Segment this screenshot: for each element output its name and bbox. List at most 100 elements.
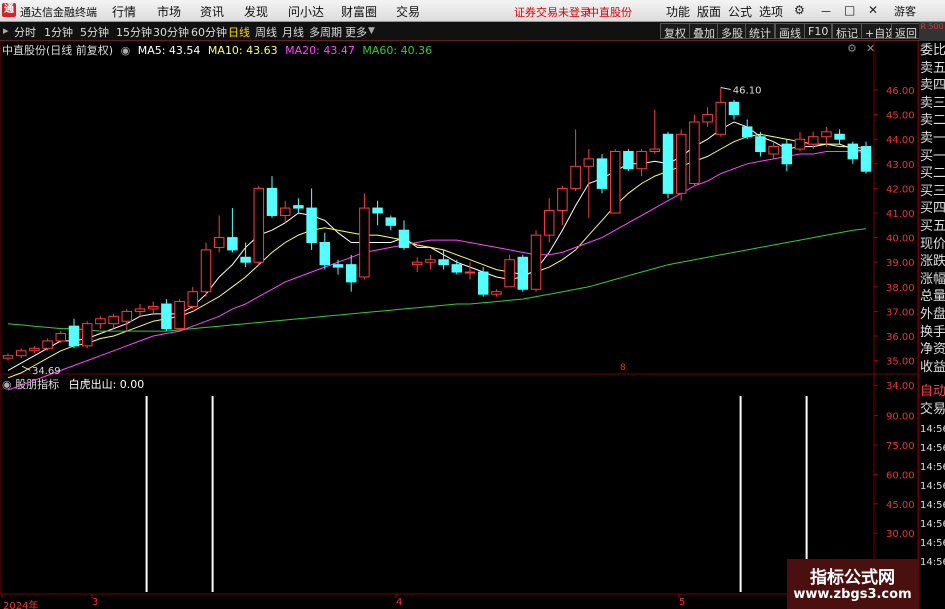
candle-body-down: [517, 256, 529, 290]
candle-body-down: [240, 256, 251, 263]
candle-body-up: [95, 318, 106, 325]
tick-time: 14:56: [920, 481, 945, 492]
candle-body-up: [609, 151, 621, 214]
quote-field-16: 换手: [920, 324, 945, 340]
low-price-label: 34.69: [32, 366, 61, 377]
candle-body-down: [68, 325, 80, 347]
indicator-tick-label: 45.00: [886, 500, 915, 511]
auto-label[interactable]: 自动: [920, 383, 945, 400]
ma10-line: [7, 133, 867, 379]
quote-field-4: 卖二: [920, 113, 945, 129]
date-label-march: 3: [92, 597, 99, 608]
price-tick-label: 43.00: [886, 160, 915, 171]
candle-body-down: [728, 101, 740, 116]
price-tick-label: 46.00: [886, 86, 915, 97]
candle-body-down: [781, 143, 793, 165]
quote-field-14: 总量: [920, 289, 945, 305]
price-tick-label: 38.00: [886, 283, 915, 294]
quote-field-9: 买四: [920, 201, 945, 217]
quote-field-10: 买五: [920, 219, 945, 234]
tick-time: 14:56: [920, 538, 945, 549]
price-tick-label: 44.00: [886, 135, 915, 146]
ma60-line: [7, 228, 867, 332]
candle-body-down: [266, 187, 278, 216]
candle-body-up: [794, 138, 806, 150]
high-price-label: 46.10: [733, 86, 762, 97]
high-marker-line: [720, 87, 731, 91]
candle-body-up: [2, 355, 14, 359]
candle-body-up: [15, 350, 27, 357]
quote-field-18: 收益: [920, 359, 945, 375]
price-tick-label: 40.00: [886, 234, 915, 245]
quote-side-panel: 委比 卖五 卖四 卖三 卖二 卖一 买一 买二 买三 买四 买五 现价 涨跌 涨幅 总量 外盘 换手 净资 收益 自动…: [918, 41, 945, 609]
candle-body-down: [438, 259, 449, 266]
candle-body-up: [55, 333, 67, 342]
quote-field-17: 净资: [920, 342, 945, 358]
quote-field-11: 现价: [920, 236, 945, 252]
r500-icon[interactable]: R 500: [919, 22, 945, 41]
quote-field-6: 买一: [920, 148, 945, 164]
quote-field-13: 涨幅: [920, 271, 945, 287]
candle-body-down: [741, 126, 753, 138]
candle-body-down: [293, 205, 304, 209]
quote-field-0: 委比: [920, 43, 945, 58]
candle-body-up: [702, 114, 713, 123]
candle-body-down: [477, 271, 489, 295]
indicator-tick-label: 60.00: [886, 470, 915, 481]
quote-field-2: 卖四: [920, 78, 945, 94]
tick-time: 14:56: [920, 424, 945, 435]
price-tick-label: 35.00: [886, 357, 915, 368]
ma20-line: [7, 151, 867, 391]
quote-field-3: 卖三: [920, 95, 945, 111]
candle-body-up: [81, 323, 93, 347]
candle-body-up: [464, 271, 476, 274]
candle-body-up: [768, 146, 779, 155]
candle-body-up: [504, 259, 515, 288]
candle-body-down: [847, 143, 859, 160]
candle-body-up: [42, 340, 53, 349]
candle-body-up: [675, 133, 687, 194]
price-tick-label: 41.00: [886, 209, 915, 220]
candle-body-up: [213, 237, 225, 248]
candle-body-up: [821, 131, 832, 138]
candle-body-down: [306, 207, 317, 244]
event-marker-icon: 8: [620, 363, 626, 373]
quote-field-8: 买三: [920, 183, 945, 199]
quote-field-7: 买二: [920, 166, 945, 182]
tick-time: 14:56: [920, 500, 945, 511]
candle-body-up: [636, 151, 647, 170]
candle-body-up: [174, 301, 185, 330]
indicator-tick-label: 75.00: [886, 441, 915, 452]
candle-body-up: [121, 310, 133, 322]
candle-body-up: [147, 305, 159, 310]
candle-body-up: [359, 207, 370, 278]
watermark-title: 指标公式网: [810, 568, 895, 588]
candle-body-down: [319, 242, 331, 266]
price-tick-label: 39.00: [886, 258, 915, 269]
date-label-year: 2024年: [3, 601, 39, 609]
quote-field-12: 涨跌: [920, 254, 945, 270]
candle-body-up: [543, 210, 555, 236]
ma5-line: [7, 121, 867, 371]
price-tick-label: 45.00: [886, 111, 915, 122]
candle-body-up: [491, 291, 502, 295]
candle-body-down: [332, 264, 344, 268]
candle-body-down: [755, 136, 766, 153]
candle-body-down: [385, 217, 397, 226]
candle-body-up: [253, 187, 265, 263]
stock-chart[interactable]: 46.00 45.00 44.00 43.00 42.00 41.00 40.00 39.00…: [0, 0, 918, 609]
indicator-tick-label: 90.00: [886, 412, 915, 423]
price-tick-label: 42.00: [886, 184, 915, 195]
candle-body-down: [860, 146, 872, 172]
candle-body-up: [134, 308, 146, 312]
candle-body-down: [662, 133, 674, 194]
candle-body-down: [451, 264, 463, 273]
candle-body-up: [583, 158, 595, 167]
candle-body-down: [345, 264, 357, 283]
trade-label[interactable]: 交易: [920, 401, 945, 418]
candle-body-up: [807, 136, 819, 145]
date-label-may: 5: [679, 597, 686, 608]
sub-panel-frame: [0, 373, 918, 595]
candle-body-down: [623, 151, 634, 170]
quote-field-1: 卖五: [920, 60, 945, 76]
